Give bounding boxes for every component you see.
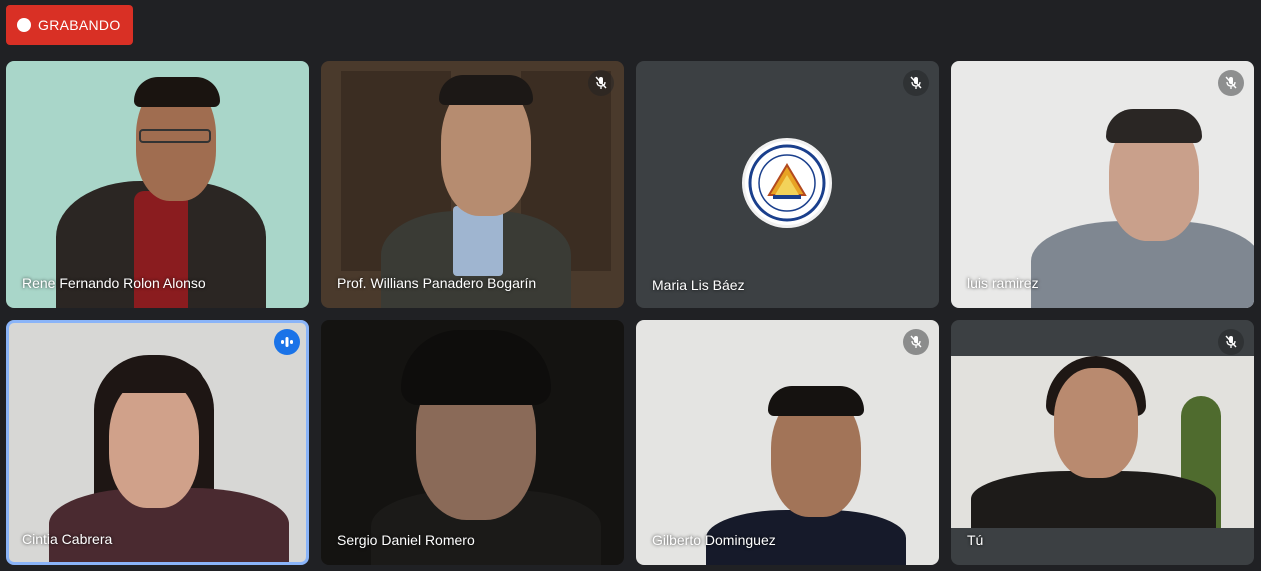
participant-name: Tú bbox=[967, 532, 984, 548]
participant-name: luis ramirez bbox=[967, 275, 1039, 291]
participant-video bbox=[321, 320, 624, 565]
participant-name: Prof. Willians Panadero Bogarín bbox=[337, 275, 537, 291]
mic-off-icon bbox=[903, 329, 929, 355]
participant-tile[interactable]: Gilberto Dominguez bbox=[636, 320, 939, 565]
participant-video bbox=[321, 61, 624, 308]
participant-tile[interactable]: Maria Lis Báez bbox=[636, 61, 939, 308]
participant-name: Cintia Cabrera bbox=[22, 531, 113, 547]
participant-video bbox=[636, 320, 939, 565]
mic-off-icon bbox=[1218, 70, 1244, 96]
mic-off-icon bbox=[588, 70, 614, 96]
university-logo bbox=[742, 138, 832, 228]
recording-badge[interactable]: GRABANDO bbox=[6, 5, 133, 45]
participant-name: Rene Fernando Rolon Alonso bbox=[22, 275, 206, 291]
participant-tile-self[interactable]: Tú bbox=[951, 320, 1254, 565]
mic-off-icon bbox=[1218, 329, 1244, 355]
mic-off-icon bbox=[903, 70, 929, 96]
record-dot-icon bbox=[17, 18, 31, 32]
participant-tile[interactable]: Rene Fernando Rolon Alonso bbox=[6, 61, 309, 308]
audio-level-icon bbox=[274, 329, 300, 355]
recording-label: GRABANDO bbox=[38, 17, 121, 33]
participant-name: Sergio Daniel Romero bbox=[337, 532, 475, 548]
participant-tile[interactable]: Prof. Willians Panadero Bogarín bbox=[321, 61, 624, 308]
participant-video bbox=[9, 323, 306, 562]
participant-tile[interactable]: Sergio Daniel Romero bbox=[321, 320, 624, 565]
participant-tile-active-speaker[interactable]: Cintia Cabrera bbox=[6, 320, 309, 565]
participant-name: Maria Lis Báez bbox=[652, 277, 745, 293]
participant-name: Gilberto Dominguez bbox=[652, 532, 776, 548]
participant-video bbox=[6, 61, 309, 308]
participant-tile[interactable]: luis ramirez bbox=[951, 61, 1254, 308]
participant-video bbox=[951, 61, 1254, 308]
self-video bbox=[951, 356, 1254, 528]
